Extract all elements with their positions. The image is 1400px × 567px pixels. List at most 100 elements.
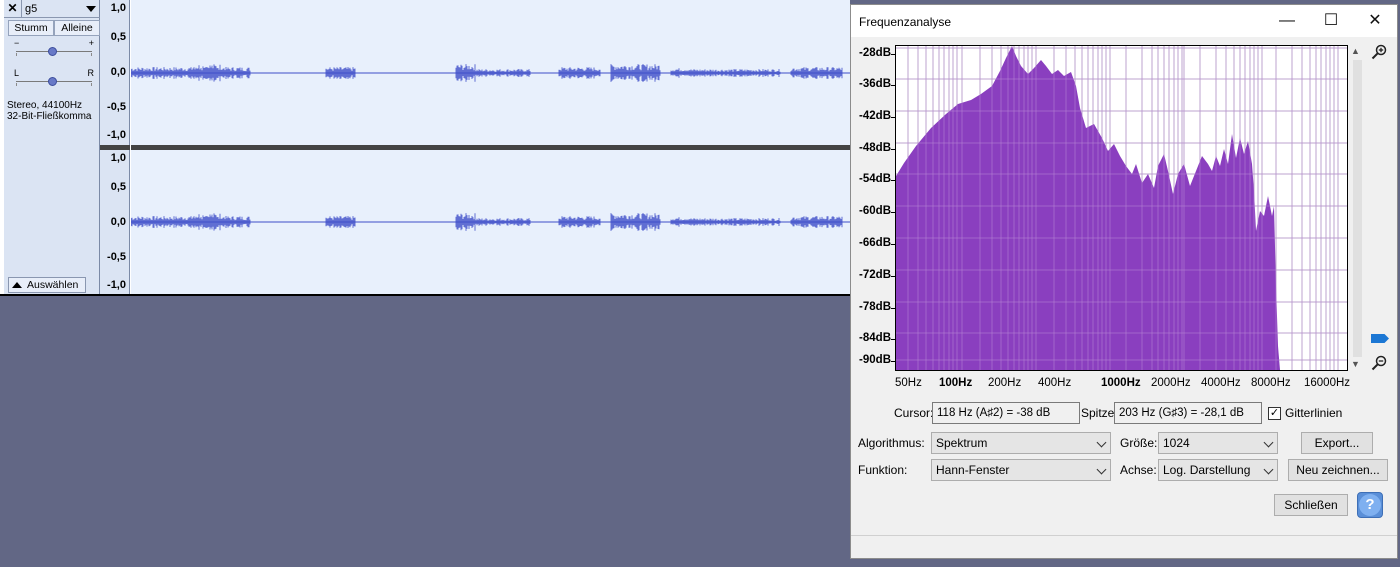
function-label: Funktion: (858, 463, 908, 477)
chevron-down-icon (86, 6, 96, 12)
size-select[interactable]: 1024 (1158, 432, 1278, 454)
scroll-up-icon[interactable]: ▲ (1351, 46, 1360, 56)
solo-button[interactable]: Alleine (54, 20, 100, 36)
close-track-icon[interactable]: ✕ (4, 0, 22, 18)
frequency-axis-label: 2000Hz (1151, 377, 1191, 389)
waveform-right-channel[interactable] (131, 150, 850, 294)
pan-slider-knob[interactable] (48, 77, 57, 86)
zoom-out-icon[interactable] (1371, 355, 1387, 371)
scroll-down-icon[interactable]: ▼ (1351, 359, 1360, 369)
frequency-axis-label: 100Hz (939, 377, 973, 389)
collapse-arrow-icon[interactable] (12, 282, 22, 288)
frequency-axis-label: 1000Hz (1101, 377, 1141, 389)
axis-value: Log. Darstellung (1163, 463, 1251, 477)
gain-slider[interactable]: − + (12, 38, 94, 58)
algorithm-label: Algorithmus: (858, 436, 925, 450)
db-axis-label: -72dB (859, 269, 891, 281)
pan-left-label: L (14, 68, 20, 78)
track-bit-depth: 32-Bit-Fließkomma (7, 111, 92, 122)
ruler-label: -1,0 (107, 129, 126, 141)
export-button[interactable]: Export... (1301, 432, 1373, 454)
title-bar[interactable]: Frequenzanalyse — ☐ ✕ (851, 5, 1397, 37)
gain-plus-label: + (88, 38, 94, 48)
frequency-axis-label: 16000Hz (1304, 377, 1351, 389)
track-info: Stereo, 44100Hz 32-Bit-Fließkomma (7, 100, 91, 122)
db-axis-label: -54dB (859, 173, 891, 185)
gain-minus-label: − (14, 38, 20, 48)
db-axis-label: -90dB (859, 354, 891, 366)
algorithm-value: Spektrum (936, 436, 988, 450)
track-name: g5 (25, 3, 38, 15)
spectrum-plot-area: -28dB -36dB -42dB -48dB -54dB -60dB -66dB -72dB… (851, 37, 1397, 399)
peak-label: Spitze: (1081, 406, 1118, 420)
db-axis-label: -84dB (859, 332, 891, 344)
frequency-axis-label: 200Hz (988, 377, 1022, 389)
algorithm-select[interactable]: Spektrum (931, 432, 1111, 454)
gain-slider-knob[interactable] (48, 47, 57, 56)
zoom-slider-thumb[interactable] (1371, 334, 1389, 343)
ruler-label: -1,0 (107, 279, 126, 291)
db-axis-label: -42dB (859, 110, 891, 122)
gridlines-checkbox[interactable]: ✓ (1268, 407, 1281, 420)
help-icon: ? (1359, 494, 1381, 516)
ruler-label: 0,0 (110, 216, 126, 228)
select-track-button[interactable]: Auswählen (8, 277, 86, 293)
size-value: 1024 (1163, 436, 1190, 450)
db-axis-label: -66dB (859, 237, 891, 249)
close-window-button[interactable]: ✕ (1353, 5, 1397, 37)
db-axis-label: -28dB (859, 47, 891, 59)
track-header: ✕ g5 (4, 0, 100, 18)
peak-readout: 203 Hz (G♯3) = -28,1 dB (1114, 402, 1262, 424)
frequency-analysis-dialog: Frequenzanalyse — ☐ ✕ -28dB -36dB -42dB -48… (850, 4, 1398, 559)
track-control-panel: ✕ g5 Stumm Alleine − + L R Stereo, 44100… (4, 0, 100, 294)
ruler-label: 0,5 (110, 181, 126, 193)
chevron-down-icon (1096, 437, 1107, 448)
help-button[interactable]: ? (1357, 492, 1383, 518)
dialog-title: Frequenzanalyse (859, 15, 952, 29)
db-axis-label: -36dB (859, 78, 891, 90)
close-button[interactable]: Schließen (1274, 494, 1348, 516)
vertical-ruler[interactable]: 1,0 0,5 0,0 -0,5 -1,0 1,0 0,5 0,0 -0,5 -… (100, 0, 130, 294)
select-label: Auswählen (27, 279, 79, 291)
spectrum-svg (896, 46, 1347, 370)
waveform-left-channel[interactable] (131, 0, 850, 145)
axis-label: Achse: (1120, 463, 1157, 477)
cursor-label: Cursor: (894, 406, 934, 420)
minimize-button[interactable]: — (1265, 5, 1309, 37)
function-value: Hann-Fenster (936, 463, 1010, 477)
db-axis-label: -60dB (859, 205, 891, 217)
track-area: ✕ g5 Stumm Alleine − + L R Stereo, 44100… (0, 0, 850, 296)
pan-slider[interactable]: L R (12, 68, 94, 88)
waveform-left-svg (131, 64, 850, 82)
db-axis-label: -78dB (859, 301, 891, 313)
status-bar (851, 535, 1397, 558)
frequency-axis-label: 400Hz (1038, 377, 1072, 389)
replot-button[interactable]: Neu zeichnen... (1288, 459, 1388, 481)
frequency-axis-label: 4000Hz (1201, 377, 1241, 389)
vertical-scrollbar[interactable] (1353, 60, 1362, 357)
db-axis-label: -48dB (859, 142, 891, 154)
ruler-label: -0,5 (107, 251, 126, 263)
chevron-down-icon (1263, 437, 1274, 448)
waveform-right-svg (131, 213, 850, 231)
gridlines-label: Gitterlinien (1285, 406, 1343, 420)
ruler-label: 1,0 (110, 2, 126, 14)
size-label: Größe: (1120, 436, 1158, 450)
maximize-button[interactable]: ☐ (1309, 5, 1353, 37)
track-buttons: Stumm Alleine (8, 20, 100, 36)
chevron-down-icon (1263, 464, 1274, 475)
chevron-down-icon (1096, 464, 1107, 475)
channel-separator (100, 145, 130, 150)
track-name-menu[interactable]: g5 (22, 0, 100, 18)
axis-select[interactable]: Log. Darstellung (1158, 459, 1278, 481)
frequency-axis-label: 50Hz (895, 377, 922, 389)
ruler-label: 1,0 (110, 152, 126, 164)
ruler-label: 0,0 (110, 66, 126, 78)
pan-right-label: R (87, 68, 95, 78)
frequency-axis-label: 8000Hz (1251, 377, 1291, 389)
mute-button[interactable]: Stumm (8, 20, 54, 36)
function-select[interactable]: Hann-Fenster (931, 459, 1111, 481)
spectrum-plot[interactable] (895, 45, 1348, 371)
zoom-in-icon[interactable] (1371, 44, 1387, 60)
ruler-label: -0,5 (107, 101, 126, 113)
